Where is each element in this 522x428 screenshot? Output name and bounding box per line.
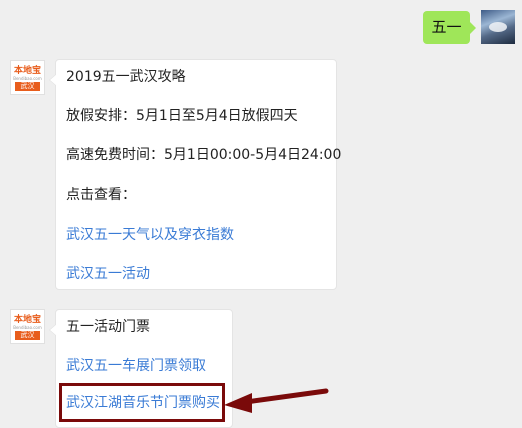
user-avatar[interactable]	[481, 10, 515, 44]
bot-city-label: 武汉	[15, 82, 40, 91]
bot-avatar[interactable]: 本地宝 Bendibao.com 武汉	[10, 309, 45, 344]
bot-message-bubble-1: 2019五一武汉攻略 放假安排：5月1日至5月4日放假四天 高速免费时间：5月1…	[49, 59, 341, 290]
music-festival-ticket-link[interactable]: 武汉江湖音乐节门票购买	[66, 394, 220, 412]
music-festival-highlight: 武汉江湖音乐节门票购买	[59, 383, 225, 422]
events-link[interactable]: 武汉五一活动	[66, 265, 150, 283]
holiday-schedule: 放假安排：5月1日至5月4日放假四天	[66, 108, 298, 124]
message-title: 五一活动门票	[66, 319, 150, 335]
message-title: 2019五一武汉攻略	[66, 69, 186, 85]
user-message-text: 五一	[431, 18, 462, 36]
bot-city-label: 武汉	[15, 331, 40, 340]
car-show-ticket-link[interactable]: 武汉五一车展门票领取	[66, 357, 206, 375]
toll-free-time: 高速免费时间：5月1日00:00-5月4日24:00	[66, 147, 342, 163]
bot-avatar[interactable]: 本地宝 Bendibao.com 武汉	[10, 60, 45, 95]
bot-logo-text: 本地宝	[13, 315, 41, 325]
click-prompt: 点击查看：	[66, 187, 136, 203]
avatar-image-detail	[489, 22, 507, 32]
weather-link[interactable]: 武汉五一天气以及穿衣指数	[66, 226, 234, 244]
bot-logo-text: 本地宝	[13, 66, 41, 76]
annotation-arrow-icon	[224, 388, 329, 413]
bot-logo-sub: Bendibao.com	[13, 325, 42, 330]
user-message-bubble[interactable]: 五一	[423, 11, 476, 44]
bot-logo-sub: Bendibao.com	[13, 76, 42, 81]
